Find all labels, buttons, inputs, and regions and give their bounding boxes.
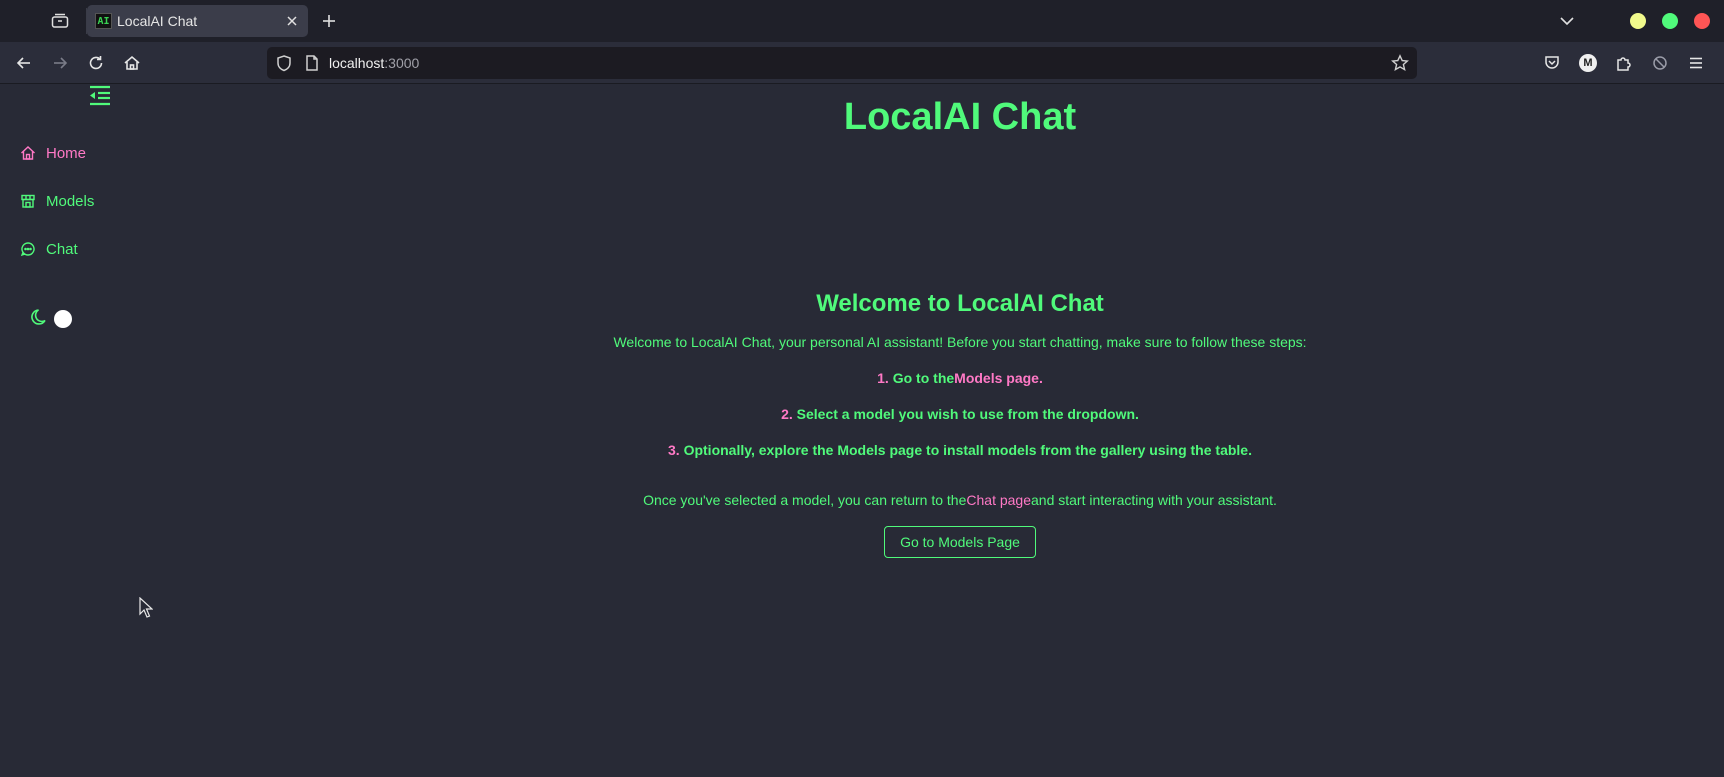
sidebar-item-label: Chat [46,240,78,258]
step-text-end: . [1038,370,1043,386]
home-icon [20,145,36,161]
sidebar-item-label: Models [46,192,95,210]
page-info-icon[interactable] [303,54,321,72]
maximize-button[interactable] [1662,13,1678,29]
address-bar[interactable]: localhost:3000 [267,47,1417,79]
new-tab-icon[interactable] [318,10,340,32]
close-window-button[interactable] [1694,13,1710,29]
outro-text: Once you've selected a model, you can re… [560,492,1360,508]
sidebar-item-chat[interactable]: Chat [20,238,78,260]
step-text: Optionally, explore the Models page to i… [679,442,1252,458]
moon-icon [30,307,50,332]
step-text: Select a model you wish to use from the … [792,406,1139,422]
extensions-puzzle-icon[interactable] [1613,52,1635,74]
toggle-knob[interactable] [54,310,72,328]
tab-list-icon[interactable] [48,10,72,32]
step-number: 3. [668,442,680,458]
shield-icon[interactable] [275,54,293,72]
browser-nav-bar: localhost:3000 M [0,42,1724,84]
step-1: 1. Go to theModels page. [500,370,1420,386]
extension-blocker-icon[interactable] [1649,52,1671,74]
theme-toggle[interactable] [30,308,72,330]
step-number: 2. [781,406,793,422]
outro-text-start: Once you've selected a model, you can re… [643,492,967,508]
intro-text: Welcome to LocalAI Chat, your personal A… [613,334,1307,350]
step-text: Go to the [888,370,955,386]
favicon: AI [95,13,112,29]
chat-bubble-icon [20,241,36,257]
sidebar-item-home[interactable]: Home [20,142,86,164]
hamburger-menu-icon[interactable] [1685,52,1707,74]
forward-arrow-icon[interactable] [48,51,72,75]
chevron-down-icon[interactable] [1556,10,1578,32]
browser-tab-bar: AI LocalAI Chat [0,0,1724,42]
step-number: 1. [877,370,889,386]
chat-page-link[interactable]: Chat page [966,492,1031,508]
store-icon [20,193,36,209]
page-title: LocalAI Chat [843,96,1077,138]
back-arrow-icon[interactable] [12,51,36,75]
outro-text-end: and start interacting with your assistan… [1031,492,1277,508]
models-page-link[interactable]: Models page [954,370,1039,386]
url-text[interactable]: localhost:3000 [329,55,419,71]
tab-title: LocalAI Chat [117,13,198,29]
mouse-cursor-icon [139,596,154,619]
step-2: 2. Select a model you wish to use from t… [500,406,1420,422]
bookmark-star-icon[interactable] [1391,54,1409,72]
sidebar-collapse-icon[interactable] [88,84,112,106]
welcome-heading: Welcome to LocalAI Chat [816,290,1104,317]
profile-avatar[interactable]: M [1577,52,1599,74]
step-3: 3. Optionally, explore the Models page t… [500,442,1420,458]
sidebar-item-label: Home [46,144,87,162]
sidebar-item-models[interactable]: Models [20,190,94,212]
home-icon[interactable] [120,51,144,75]
minimize-button[interactable] [1630,13,1646,29]
close-tab-icon[interactable] [284,13,300,29]
browser-tab[interactable]: AI LocalAI Chat [87,5,308,37]
go-to-models-button[interactable]: Go to Models Page [884,526,1036,558]
reload-icon[interactable] [84,51,108,75]
pocket-icon[interactable] [1541,52,1563,74]
